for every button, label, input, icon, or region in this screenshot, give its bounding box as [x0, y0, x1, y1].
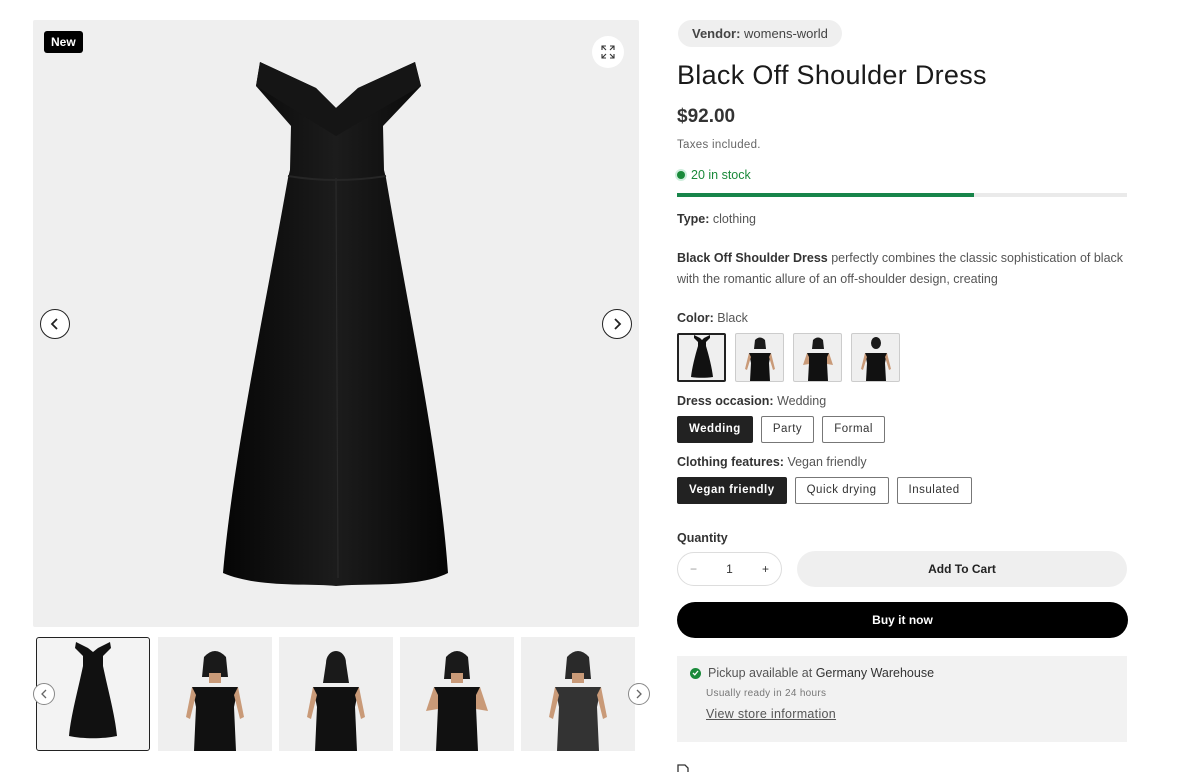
- occasion-chips: Wedding Party Formal: [677, 416, 1127, 443]
- pickup-location: Germany Warehouse: [815, 666, 935, 680]
- color-swatches: [677, 333, 1127, 382]
- swatch-dress-image: [690, 335, 713, 378]
- tax-note: Taxes included.: [677, 139, 761, 151]
- new-badge: New: [44, 31, 83, 53]
- quantity-increase-button[interactable]: +: [762, 562, 769, 576]
- quantity-input[interactable]: 1: [726, 562, 733, 576]
- purchase-row: − 1 + Add To Cart: [677, 551, 1127, 587]
- thumbnail-next-button[interactable]: [628, 683, 650, 705]
- color-label: Color:: [677, 311, 714, 325]
- vendor-label: Vendor:: [692, 26, 741, 41]
- occasion-label: Dress occasion:: [677, 394, 774, 408]
- previous-image-button[interactable]: [40, 309, 70, 339]
- thumbnail-3[interactable]: [279, 637, 393, 751]
- stock-status: 20 in stock: [677, 168, 1127, 182]
- chevron-left-icon: [50, 318, 58, 330]
- stock-bar: [677, 193, 1127, 197]
- model-side-thumb-image: [549, 651, 607, 751]
- features-option-label: Clothing features: Vegan friendly: [677, 455, 1127, 469]
- chevron-right-icon: [636, 689, 642, 699]
- model-pose-thumb-image: [426, 651, 488, 751]
- quantity-decrease-button[interactable]: −: [690, 562, 697, 576]
- pickup-text: Pickup available at Germany Warehouse: [708, 666, 934, 680]
- buy-now-button[interactable]: Buy it now: [677, 602, 1128, 638]
- product-info: Vendor: womens-world Black Off Shoulder …: [677, 20, 1128, 742]
- type-value: clothing: [712, 212, 756, 226]
- quantity-label: Quantity: [677, 531, 728, 545]
- color-swatch-1[interactable]: [677, 333, 726, 382]
- feature-chips: Vegan friendly Quick drying Insulated: [677, 477, 1127, 504]
- stock-bar-fill: [677, 193, 974, 197]
- pickup-status: Pickup available at Germany Warehouse: [690, 666, 1115, 680]
- model-front-thumb-image: [186, 651, 244, 751]
- color-swatch-2[interactable]: [735, 333, 784, 382]
- feature-chip-vegan[interactable]: Vegan friendly: [677, 477, 787, 504]
- color-swatch-3[interactable]: [793, 333, 842, 382]
- zoom-button[interactable]: [592, 36, 624, 68]
- occasion-option-label: Dress occasion: Wedding: [677, 394, 1127, 408]
- chevron-right-icon: [614, 318, 622, 330]
- check-icon: [690, 667, 701, 679]
- thumbnail-2[interactable]: [158, 637, 272, 751]
- thumbnail-4[interactable]: [400, 637, 514, 751]
- vendor-name: womens-world: [744, 26, 828, 41]
- view-store-link[interactable]: View store information: [706, 707, 836, 721]
- product-title: Black Off Shoulder Dress: [677, 60, 987, 90]
- feature-chip-quick-drying[interactable]: Quick drying: [794, 477, 889, 504]
- occasion-chip-formal[interactable]: Formal: [822, 416, 885, 443]
- stock-dot-icon: [677, 171, 685, 179]
- type-label: Type:: [677, 212, 710, 226]
- swatch-model-image: [744, 337, 775, 381]
- vendor-pill[interactable]: Vendor: womens-world: [678, 20, 842, 47]
- product-price: $92.00: [677, 106, 736, 127]
- model-back-thumb-image: [307, 651, 365, 751]
- feature-chip-insulated[interactable]: Insulated: [896, 477, 972, 504]
- dress-thumb-image: [69, 642, 117, 739]
- product-description: Black Off Shoulder Dress perfectly combi…: [677, 248, 1127, 290]
- expand-icon: [601, 45, 615, 59]
- add-to-cart-button[interactable]: Add To Cart: [797, 551, 1127, 587]
- swatch-model-image: [860, 337, 891, 381]
- quantity-stepper: − 1 +: [677, 552, 782, 586]
- thumbnail-strip: [33, 637, 639, 753]
- document-icon: [677, 764, 689, 772]
- product-type: Type: clothing: [677, 212, 1127, 226]
- occasion-value: Wedding: [777, 394, 827, 408]
- dress-image: [223, 62, 448, 586]
- stock-text: 20 in stock: [691, 168, 751, 182]
- description-bold: Black Off Shoulder Dress: [677, 251, 828, 265]
- occasion-chip-wedding[interactable]: Wedding: [677, 416, 753, 443]
- color-value: Black: [717, 311, 748, 325]
- next-image-button[interactable]: [602, 309, 632, 339]
- pickup-availability: Pickup available at Germany Warehouse Us…: [677, 656, 1127, 742]
- thumbnail-prev-button[interactable]: [33, 683, 55, 705]
- pickup-prefix: Pickup available at: [708, 666, 816, 680]
- thumbnail-5[interactable]: [521, 637, 635, 751]
- chevron-left-icon: [41, 689, 47, 699]
- features-value: Vegan friendly: [787, 455, 867, 469]
- occasion-chip-party[interactable]: Party: [760, 416, 815, 443]
- pickup-ready-time: Usually ready in 24 hours: [706, 688, 827, 699]
- swatch-model-image: [802, 337, 833, 381]
- color-swatch-4[interactable]: [851, 333, 900, 382]
- color-option-label: Color: Black: [677, 311, 1127, 325]
- features-label: Clothing features:: [677, 455, 784, 469]
- main-product-image[interactable]: New: [33, 20, 639, 627]
